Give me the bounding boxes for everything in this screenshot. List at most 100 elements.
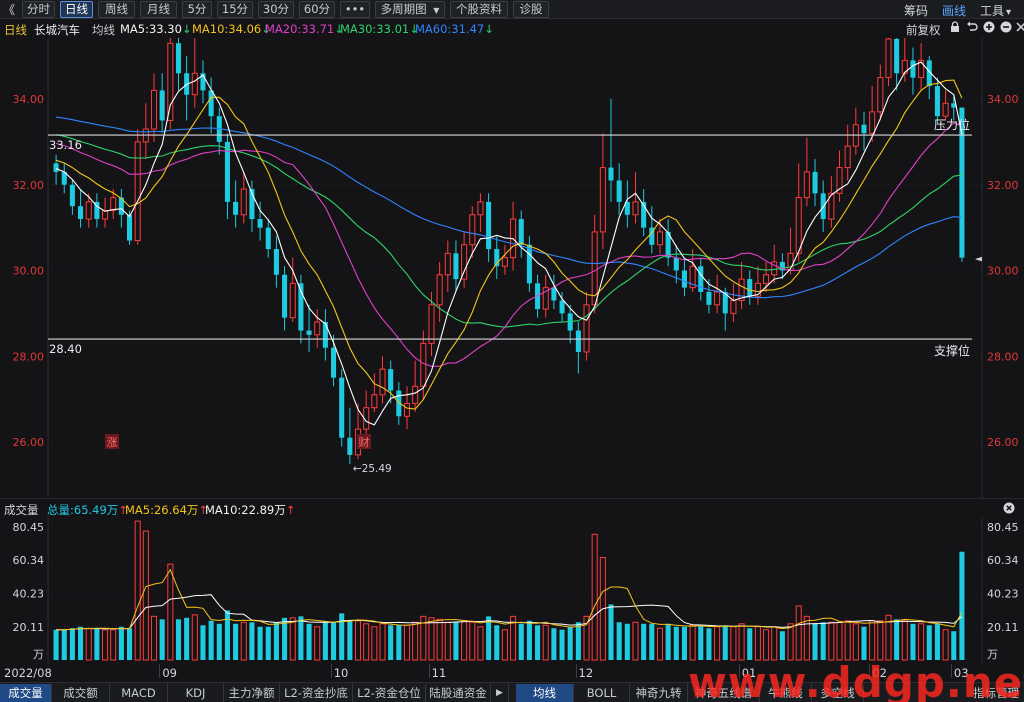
candle-body-up bbox=[240, 188, 247, 216]
period-tab-fenshi[interactable]: 分时 bbox=[22, 1, 55, 18]
candle-body-down bbox=[257, 219, 263, 228]
candle-body-down bbox=[208, 90, 214, 117]
volume-bar-down bbox=[681, 626, 687, 660]
multi-period-dropdown[interactable]: 多周期图 ▼ bbox=[375, 1, 445, 18]
tab-macd[interactable]: MACD bbox=[110, 684, 168, 702]
candle-body-down bbox=[265, 227, 271, 250]
volume-close-icon[interactable] bbox=[1002, 502, 1016, 516]
back-icon[interactable]: 《 bbox=[3, 1, 15, 18]
volume-bar-up bbox=[730, 626, 737, 661]
volume-bar-down bbox=[910, 623, 916, 660]
period-tab-weekly[interactable]: 周线 bbox=[98, 1, 135, 18]
tab-ma[interactable]: 均线 bbox=[516, 684, 574, 702]
volume-bar-down bbox=[322, 622, 328, 660]
tab-l2-position[interactable]: L2-资金仓位 bbox=[353, 684, 426, 702]
tools-label: 工具 bbox=[980, 4, 1005, 18]
tab-kdj[interactable]: KDJ bbox=[168, 684, 224, 702]
candle-body-up bbox=[599, 167, 606, 233]
volume-bar-down bbox=[200, 625, 206, 660]
lock-icon[interactable] bbox=[948, 21, 962, 35]
event-limit-up-badge[interactable]: 涨 bbox=[105, 434, 119, 449]
volume-bar-up bbox=[942, 629, 949, 661]
volume-bar-down bbox=[388, 625, 394, 660]
volume-bar-up bbox=[901, 620, 908, 661]
tab-turnover[interactable]: 成交额 bbox=[52, 684, 110, 702]
volume-ma5: MA5:26.64万↑ bbox=[125, 502, 208, 518]
tab-northbound[interactable]: 陆股通资金 bbox=[426, 684, 491, 702]
draw-line-button[interactable]: 画线 bbox=[942, 2, 966, 19]
volume-bar-up bbox=[354, 620, 362, 661]
period-tab-30min[interactable]: 30分 bbox=[258, 1, 294, 18]
chips-button[interactable]: 筹码 bbox=[904, 2, 928, 19]
more-periods-button[interactable]: ••• bbox=[340, 1, 370, 18]
undo-icon[interactable] bbox=[965, 21, 979, 35]
volume-tick-label-left: 60.34 bbox=[13, 554, 45, 567]
tools-menu[interactable]: 工具 ▾ bbox=[980, 2, 1011, 19]
adjust-mode-label[interactable]: 前复权 bbox=[906, 22, 941, 38]
resistance-value: 33.16 bbox=[49, 138, 82, 152]
volume-bar-up bbox=[771, 626, 778, 661]
candle-body-up bbox=[403, 402, 411, 417]
volume-label: 成交量 bbox=[4, 503, 39, 517]
volume-bar-up bbox=[461, 620, 468, 661]
tab-main-net[interactable]: 主力净额 bbox=[224, 684, 280, 702]
volume-chart[interactable]: 80.45 80.45 60.34 60.34 40.23 40.23 20.11 20.11… bbox=[0, 518, 1024, 664]
candle-body-down bbox=[910, 60, 916, 78]
volume-bar-down bbox=[926, 625, 932, 660]
volume-bar-down bbox=[159, 619, 165, 660]
candle-body-down bbox=[126, 214, 133, 241]
ma20-value: MA20:33.71↓ bbox=[265, 22, 344, 36]
volume-bar-up bbox=[714, 626, 721, 661]
volume-tick-label-right: 20.11 bbox=[987, 621, 1019, 634]
tab-l2-bottom[interactable]: L2-资金抄底 bbox=[280, 684, 353, 702]
tab-boll[interactable]: BOLL bbox=[574, 684, 630, 702]
volume-bar-up bbox=[469, 621, 476, 661]
candle-body-up bbox=[885, 38, 892, 79]
zoom-out-icon[interactable] bbox=[999, 21, 1013, 35]
candle-body-up bbox=[656, 231, 664, 246]
volume-bar-up bbox=[754, 626, 761, 661]
date-tick-mark bbox=[330, 664, 332, 678]
event-financial-badge[interactable]: 财 bbox=[357, 434, 371, 449]
resistance-label: 压力位 bbox=[934, 117, 970, 132]
volume-tick-label-right: 40.23 bbox=[987, 587, 1019, 600]
ma30-value: MA30:33.01↓ bbox=[340, 22, 419, 36]
candle-body-up bbox=[877, 77, 884, 113]
volume-bar-down bbox=[951, 631, 957, 660]
volume-bar-down bbox=[959, 551, 965, 660]
period-tab-15min[interactable]: 15分 bbox=[217, 1, 253, 18]
period-tab-60min[interactable]: 60分 bbox=[299, 1, 335, 18]
period-tab-daily[interactable]: 日线 bbox=[60, 1, 93, 18]
price-chart[interactable]: 34.00 34.00 32.00 32.00 30.00 30.00 28.00 28.00… bbox=[0, 38, 1024, 498]
ma10-text: MA10:34.06 bbox=[192, 22, 262, 36]
event-limit-up-badge-text: 涨 bbox=[107, 436, 118, 449]
tabs-scroll-right-icon[interactable]: ▶ bbox=[491, 684, 509, 702]
period-label: 日线 bbox=[4, 23, 27, 37]
diagnose-button[interactable]: 诊股 bbox=[513, 1, 549, 18]
volume-unit-left: 万 bbox=[33, 648, 44, 661]
zoom-in-icon[interactable] bbox=[982, 21, 996, 35]
candle-body-up bbox=[461, 244, 468, 280]
tab-volume[interactable]: 成交量 bbox=[0, 684, 52, 702]
candle-body-down bbox=[233, 201, 239, 215]
stock-info-button[interactable]: 个股资料 bbox=[450, 1, 508, 18]
candle-body-up bbox=[714, 291, 721, 306]
volume-bar-up bbox=[477, 626, 484, 661]
candle-body-down bbox=[894, 38, 900, 74]
period-tab-monthly[interactable]: 月线 bbox=[140, 1, 177, 18]
volume-bar-down bbox=[78, 626, 84, 660]
close-icon[interactable] bbox=[1014, 21, 1024, 35]
volume-bar-up bbox=[844, 620, 851, 661]
volume-bar-up bbox=[803, 615, 810, 661]
volume-total-text: 总量:65.49万 bbox=[47, 503, 119, 517]
volume-bar-up bbox=[371, 626, 378, 661]
volume-tick-label-left: 40.23 bbox=[13, 587, 45, 600]
volume-bar-down bbox=[494, 625, 500, 660]
current-price-marker: ◄ bbox=[975, 255, 982, 265]
candle-body-down bbox=[306, 330, 312, 335]
candle-body-up bbox=[314, 321, 321, 336]
period-tab-5min[interactable]: 5分 bbox=[182, 1, 212, 18]
tab-magic-nine[interactable]: 神奇九转 bbox=[630, 684, 688, 702]
volume-bar-up bbox=[102, 629, 109, 661]
avg-line-label[interactable]: 均线 bbox=[92, 22, 115, 38]
